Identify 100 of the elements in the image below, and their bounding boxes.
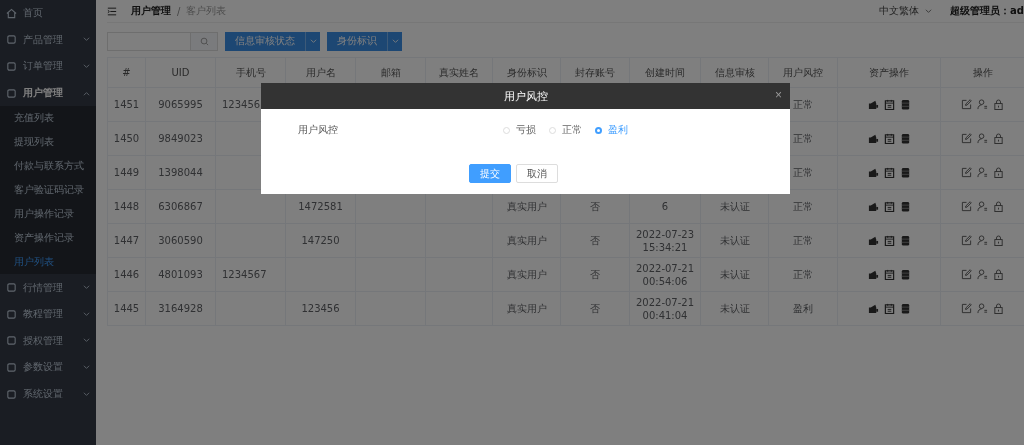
sidebar-subitem[interactable]: 提现列表 — [0, 130, 96, 155]
database-icon[interactable] — [899, 133, 911, 144]
table-cell: 3060590 — [158, 235, 203, 246]
sidebar-subitem[interactable]: 充值列表 — [0, 106, 96, 131]
sidebar-subitem[interactable]: 付款与联系方式 — [0, 154, 96, 179]
box-icon — [6, 388, 17, 400]
database-icon[interactable] — [899, 99, 911, 110]
box-icon — [6, 34, 17, 46]
radio-option[interactable]: 亏损 — [503, 123, 536, 137]
radio-button[interactable] — [595, 126, 602, 134]
table-cell: 正常 — [793, 99, 813, 110]
table-cell: 正常 — [793, 269, 813, 280]
box-icon — [6, 87, 17, 99]
table-cell: 未认证 — [719, 201, 750, 212]
edit-icon[interactable] — [961, 303, 972, 314]
language-select[interactable]: 中文繁体 — [879, 4, 920, 18]
calendar-icon[interactable] — [883, 269, 895, 280]
close-button[interactable]: × — [775, 89, 782, 101]
database-icon[interactable] — [899, 235, 911, 246]
radio-option[interactable]: 正常 — [549, 123, 582, 137]
table-cell: 4801093 — [158, 269, 203, 280]
user-icon[interactable] — [977, 269, 988, 280]
table-cell: 真实用户 — [506, 303, 547, 314]
table-cell: 123456 — [222, 99, 261, 110]
lock-icon[interactable] — [993, 303, 1004, 314]
lock-icon[interactable] — [993, 201, 1004, 212]
caret-icon — [309, 39, 317, 44]
box-icon — [6, 61, 17, 72]
column-header: 资产操作 — [837, 57, 941, 88]
edit-icon[interactable] — [961, 99, 972, 110]
sidebar-item[interactable]: 用户管理 — [0, 79, 96, 107]
table-cell: 否 — [590, 201, 600, 212]
user-icon[interactable] — [977, 167, 988, 178]
table-cell: 未认证 — [719, 303, 750, 314]
table-cell: 6306867 — [158, 201, 203, 212]
database-icon[interactable] — [899, 167, 911, 178]
table-cell: 1449 — [113, 167, 140, 178]
lock-icon[interactable] — [993, 269, 1004, 280]
cancel-button[interactable]: 取消 — [516, 164, 558, 183]
sidebar-item[interactable]: 首页 — [0, 0, 96, 27]
user-icon[interactable] — [977, 99, 988, 110]
edit-icon[interactable] — [961, 167, 972, 178]
calendar-icon[interactable] — [883, 133, 895, 144]
sidebar-subitem[interactable]: 客户验证码记录 — [0, 178, 96, 203]
user-icon[interactable] — [977, 303, 988, 314]
table-cell: 1445 — [113, 303, 140, 314]
submit-button[interactable]: 提交 — [469, 164, 511, 183]
sidebar-subitem[interactable]: 用户列表 — [0, 250, 96, 275]
lock-icon[interactable] — [993, 99, 1004, 110]
menu-icon[interactable] — [107, 6, 117, 16]
database-icon[interactable] — [899, 269, 911, 280]
table-cell: 1446 — [113, 269, 140, 280]
table-cell: 否 — [590, 269, 600, 280]
table-cell: 否 — [590, 235, 600, 246]
calendar-icon[interactable] — [883, 235, 895, 246]
calendar-icon[interactable] — [883, 303, 895, 314]
lock-icon[interactable] — [993, 167, 1004, 178]
table-cell: 2022-07-21 00:54:06 — [635, 262, 695, 287]
calendar-icon[interactable] — [883, 99, 895, 110]
user-name: 超级管理员：ad — [950, 4, 1024, 18]
table-cell: 2022-07-21 00:41:04 — [635, 296, 695, 321]
table-cell: 1447 — [113, 235, 140, 246]
user-icon[interactable] — [977, 201, 988, 212]
table-cell: 147250 — [301, 235, 340, 246]
calendar-icon[interactable] — [883, 167, 895, 178]
sidebar-subitem[interactable]: 用户操作记录 — [0, 202, 96, 227]
sidebar-subitem[interactable]: 资产操作记录 — [0, 226, 96, 251]
box-icon — [6, 308, 17, 320]
dialog-title: 用户风控 — [503, 88, 548, 104]
lock-icon[interactable] — [993, 133, 1004, 144]
table-cell: 3164928 — [158, 303, 203, 314]
user-icon[interactable] — [977, 235, 988, 246]
filter-button[interactable]: 身份标识 — [327, 32, 387, 51]
lock-icon[interactable] — [993, 235, 1004, 246]
table-cell: 正常 — [793, 201, 813, 212]
column-header: # — [107, 57, 146, 88]
edit-icon[interactable] — [961, 235, 972, 246]
table-cell: 9065995 — [158, 99, 203, 110]
breadcrumb-separator: / — [177, 5, 181, 17]
user-icon[interactable] — [977, 133, 988, 144]
database-icon[interactable] — [899, 303, 911, 314]
table-cell: 真实用户 — [506, 269, 547, 280]
breadcrumb-link[interactable]: 用户管理 — [131, 4, 171, 18]
table-cell: 1398044 — [158, 167, 203, 178]
box-icon — [6, 335, 17, 347]
field-label: 用户风控 — [298, 123, 339, 137]
edit-icon[interactable] — [961, 133, 972, 144]
edit-icon[interactable] — [961, 201, 972, 212]
calendar-icon[interactable] — [883, 201, 895, 212]
radio-option[interactable]: 盈利 — [595, 123, 628, 137]
table-cell: 正常 — [793, 167, 813, 178]
edit-icon[interactable] — [961, 269, 972, 280]
dropdown-toggle[interactable] — [387, 32, 402, 51]
table-cell: 1448 — [113, 201, 140, 212]
database-icon[interactable] — [899, 201, 911, 212]
table-cell: 2022-07-23 15:34:21 — [635, 228, 695, 253]
table-cell: 123456 — [301, 303, 340, 314]
dropdown-toggle[interactable] — [305, 32, 320, 51]
table-cell: 真实用户 — [506, 235, 547, 246]
filter-button[interactable]: 信息审核状态 — [225, 32, 305, 51]
